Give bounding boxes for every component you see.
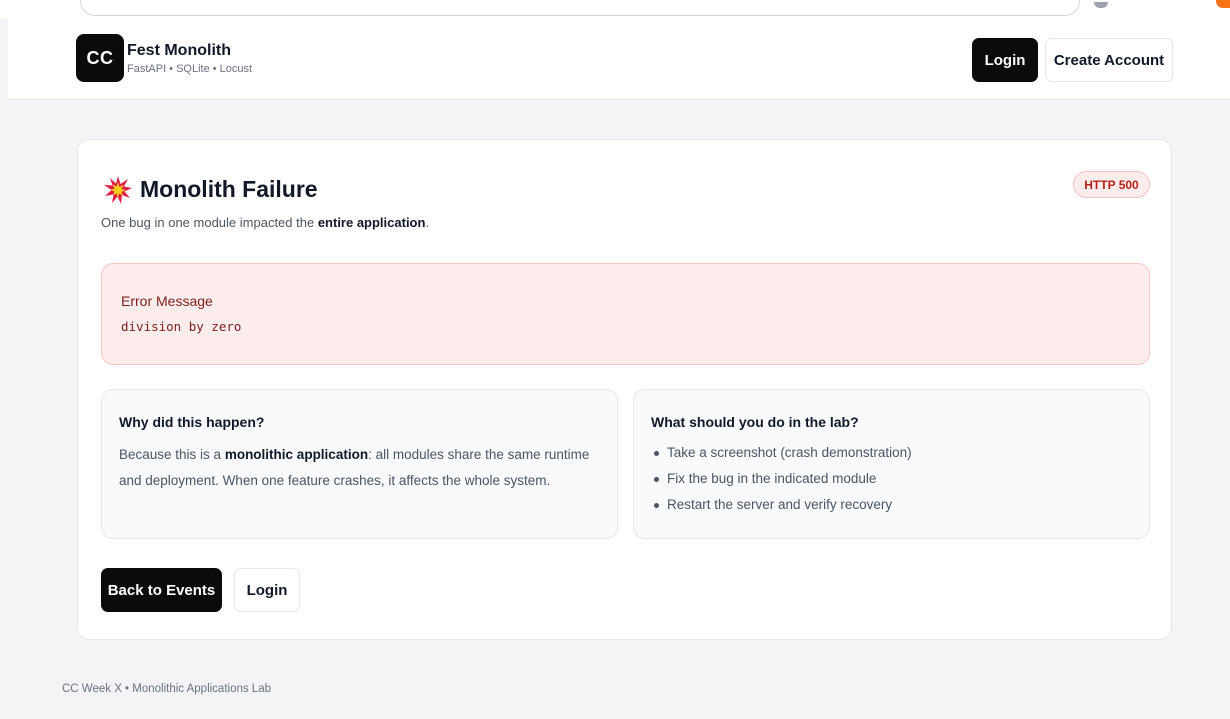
- create-account-button[interactable]: Create Account: [1045, 38, 1173, 82]
- top-navbar: CC Fest Monolith FastAPI • SQLite • Locu…: [8, 18, 1230, 100]
- app-name: Fest Monolith: [127, 42, 231, 59]
- why-text: Because this is a monolithic application…: [119, 442, 609, 494]
- list-item: Restart the server and verify recovery: [651, 492, 912, 518]
- error-label: Error Message: [121, 293, 213, 309]
- why-text-emphasis: monolithic application: [224, 447, 369, 462]
- address-bar[interactable]: [80, 0, 1080, 16]
- list-item: Fix the bug in the indicated module: [651, 466, 912, 492]
- error-message-box: Error Message division by zero: [101, 263, 1150, 365]
- explosion-icon: [104, 176, 132, 204]
- back-to-events-button[interactable]: Back to Events: [101, 568, 222, 612]
- lab-heading: What should you do in the lab?: [651, 414, 859, 430]
- lab-steps-list: Take a screenshot (crash demonstration) …: [651, 440, 912, 518]
- why-text-start: Because this is a: [119, 447, 225, 462]
- why-heading: Why did this happen?: [119, 414, 265, 430]
- header-login-button[interactable]: Login: [972, 38, 1038, 82]
- browser-chrome: [0, 0, 1230, 18]
- list-item: Take a screenshot (crash demonstration): [651, 440, 912, 466]
- footer-text: CC Week X • Monolithic Applications Lab: [62, 683, 271, 695]
- why-panel: Why did this happen? Because this is a m…: [101, 389, 618, 539]
- subtitle-emphasis: entire application: [317, 215, 426, 230]
- page-subtitle: One bug in one module impacted the entir…: [101, 215, 429, 230]
- lab-panel: What should you do in the lab? Take a sc…: [633, 389, 1150, 539]
- status-badge: HTTP 500: [1073, 171, 1150, 198]
- profile-icon[interactable]: [1094, 2, 1108, 8]
- subtitle-end: .: [425, 215, 430, 230]
- extension-icon[interactable]: [1216, 0, 1230, 8]
- app-logo[interactable]: CC: [76, 34, 124, 82]
- subtitle-text: One bug in one module impacted the: [101, 215, 318, 230]
- app-subtitle: FastAPI • SQLite • Locust: [127, 63, 253, 75]
- login-button[interactable]: Login: [234, 568, 300, 612]
- error-message: division by zero: [121, 319, 242, 334]
- page-title: Monolith Failure: [140, 176, 318, 202]
- error-card: Monolith Failure One bug in one module i…: [77, 139, 1172, 640]
